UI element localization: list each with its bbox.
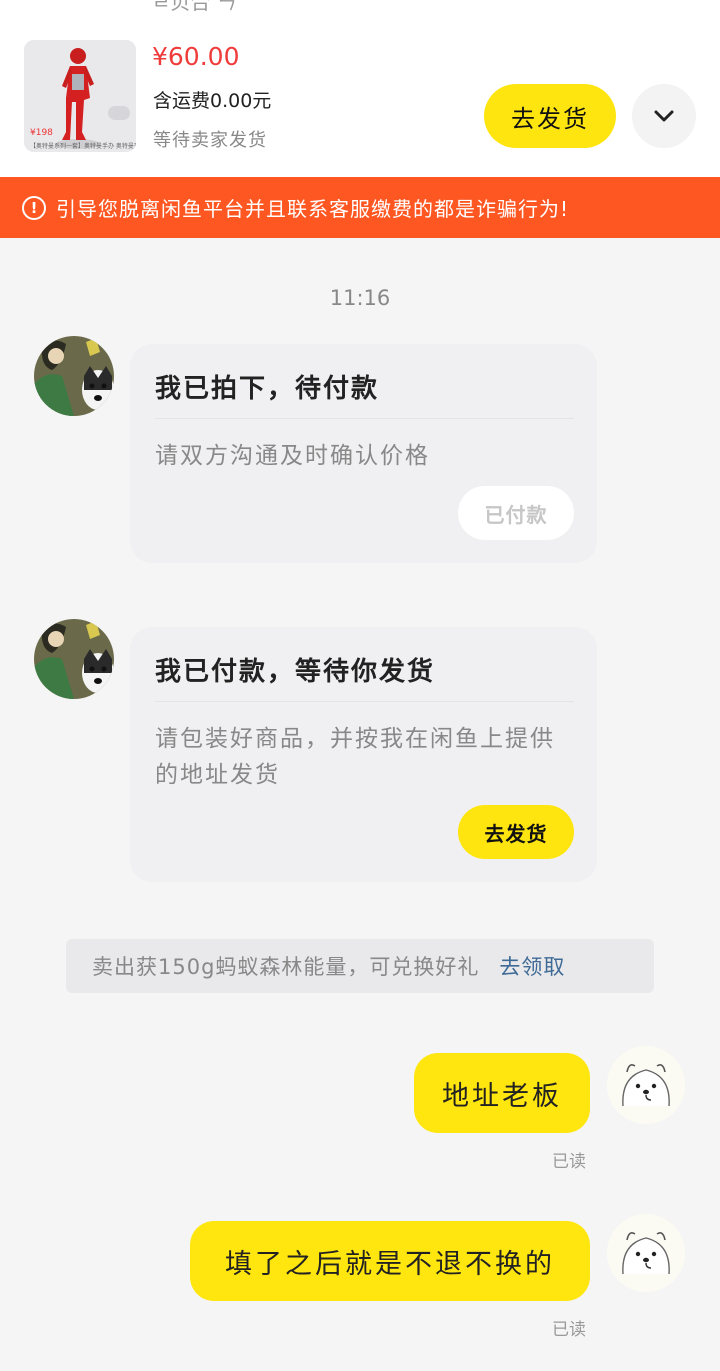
seller-avatar[interactable] <box>607 1214 685 1292</box>
seller-message: 地址老板 <box>414 1053 590 1133</box>
polar-bear-avatar <box>607 1046 685 1124</box>
card-ship-button[interactable]: 去发货 <box>458 805 574 859</box>
read-receipt: 已读 <box>552 1320 586 1340</box>
chat-timestamp: 11:16 <box>329 286 391 310</box>
seller-avatar[interactable] <box>607 1046 685 1124</box>
expand-button[interactable] <box>632 84 696 148</box>
claim-reward-link[interactable]: 去领取 <box>499 951 565 981</box>
chevron-down-icon <box>654 110 674 122</box>
card-divider <box>155 701 574 702</box>
top-cut-text: ㄹ贝合 ㄣ <box>152 0 237 14</box>
product-price: ¥60.00 <box>152 42 240 71</box>
fraud-warning-banner: ! 引导您脱离闲鱼平台并且联系客服缴费的都是诈骗行为! <box>0 177 720 238</box>
card-description: 请双方沟通及时确认价格 <box>155 443 430 469</box>
card-title: 我已付款，等待你发货 <box>155 657 436 687</box>
order-card: ㄹ贝合 ㄣ ¥198 【奥特曼系列一套】奥特曼手办 奥特曼玩具 正品 ¥60.0… <box>0 0 720 177</box>
energy-reward-banner: 卖出获150g蚂蚁森林能量，可兑换好礼 去领取 <box>66 939 654 993</box>
ship-button[interactable]: 去发货 <box>484 84 616 148</box>
order-status-card: 我已付款，等待你发货 请包装好商品，并按我在闲鱼上提供的地址发货 去发货 <box>130 627 597 882</box>
buyer-avatar[interactable] <box>34 619 114 699</box>
thumbnail-caption: 【奥特曼系列一套】奥特曼手办 奥特曼玩具 正品 <box>30 143 136 150</box>
card-description: 请包装好商品，并按我在闲鱼上提供的地址发货 <box>155 726 555 788</box>
buyer-avatar[interactable] <box>34 336 114 416</box>
seller-message: 填了之后就是不退不换的 <box>190 1221 590 1301</box>
card-divider <box>155 418 574 419</box>
read-receipt: 已读 <box>552 1152 586 1172</box>
energy-reward-text: 卖出获150g蚂蚁森林能量，可兑换好礼 <box>92 955 480 979</box>
exclamation-circle-icon: ! <box>22 195 46 220</box>
shipping-fee: 含运费0.00元 <box>153 90 272 112</box>
product-thumbnail[interactable]: ¥198 【奥特曼系列一套】奥特曼手办 奥特曼玩具 正品 <box>24 40 136 152</box>
order-status-card: 我已拍下，待付款 请双方沟通及时确认价格 已付款 <box>130 344 597 563</box>
paid-button[interactable]: 已付款 <box>458 486 574 540</box>
order-status: 等待卖家发货 <box>153 130 267 151</box>
thumbnail-price: ¥198 <box>30 128 53 138</box>
polar-bear-avatar <box>607 1214 685 1292</box>
card-title: 我已拍下，待付款 <box>155 374 380 404</box>
warning-text: 引导您脱离闲鱼平台并且联系客服缴费的都是诈骗行为! <box>56 197 570 221</box>
